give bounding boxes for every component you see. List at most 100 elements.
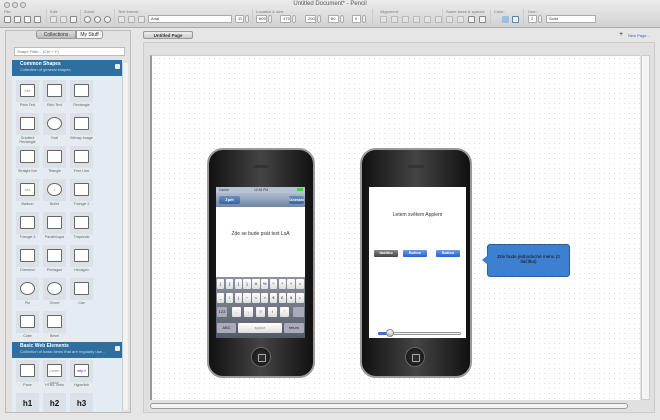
- key[interactable]: _: [217, 293, 225, 303]
- shape-item[interactable]: [43, 146, 66, 168]
- shape-item[interactable]: [43, 311, 66, 333]
- tab-untitled-page[interactable]: Untitled Page: [143, 31, 193, 39]
- angle-stepper[interactable]: [362, 15, 366, 23]
- tab-my-stuff[interactable]: My Stuff: [76, 30, 103, 39]
- same-height-icon[interactable]: [457, 16, 464, 23]
- back-button[interactable]: Zpět: [219, 196, 240, 204]
- key[interactable]: [: [217, 279, 225, 289]
- slider[interactable]: [378, 329, 461, 337]
- key[interactable]: =: [296, 279, 304, 289]
- line-width-stepper[interactable]: [538, 15, 542, 23]
- lock-icon[interactable]: [138, 16, 145, 23]
- key[interactable]: }: [243, 279, 251, 289]
- copy-icon[interactable]: [50, 16, 57, 23]
- key[interactable]: *: [278, 279, 286, 289]
- width-field[interactable]: 200: [305, 15, 316, 23]
- return-key[interactable]: return: [284, 323, 304, 333]
- shape-item[interactable]: [16, 113, 39, 135]
- abc-key[interactable]: ABC: [217, 323, 236, 333]
- shape-item[interactable]: [43, 212, 66, 234]
- shape-item[interactable]: [16, 212, 39, 234]
- key[interactable]: ¥: [287, 293, 295, 303]
- canvas-horizontal-scrollbar[interactable]: [150, 403, 628, 409]
- same-hspace-icon[interactable]: [468, 16, 475, 23]
- new-page-link[interactable]: New Page...: [628, 33, 650, 38]
- shape-item[interactable]: h2: [43, 393, 66, 412]
- align-bottom-icon[interactable]: [435, 16, 442, 23]
- shape-item[interactable]: h1: [16, 393, 39, 412]
- space-key[interactable]: space: [238, 323, 282, 333]
- shape-item[interactable]: h3: [70, 393, 93, 412]
- angle-field[interactable]: 0: [352, 15, 361, 23]
- key[interactable]: #: [252, 279, 260, 289]
- shape-item[interactable]: [70, 245, 93, 267]
- add-page-icon[interactable]: +: [619, 31, 623, 38]
- shape-item[interactable]: [70, 179, 93, 201]
- key[interactable]: !: [268, 307, 277, 317]
- shape-item[interactable]: [70, 212, 93, 234]
- shape-item[interactable]: [16, 278, 39, 300]
- zoom-reset-icon[interactable]: [104, 16, 111, 23]
- key[interactable]: \: [225, 293, 234, 303]
- key[interactable]: ,: [244, 307, 253, 317]
- shape-item[interactable]: [43, 113, 66, 135]
- italic-icon[interactable]: [128, 16, 135, 23]
- y-stepper[interactable]: [292, 15, 296, 23]
- align-center-icon[interactable]: [391, 16, 398, 23]
- x-stepper[interactable]: [268, 15, 272, 23]
- shape-item[interactable]: [70, 146, 93, 168]
- same-width-icon[interactable]: [446, 16, 453, 23]
- close-section-icon[interactable]: [115, 64, 120, 69]
- save-icon[interactable]: [24, 16, 31, 23]
- height-stepper[interactable]: [340, 15, 344, 23]
- key[interactable]: £: [278, 293, 286, 303]
- zoom-out-icon[interactable]: [94, 16, 101, 23]
- shape-item[interactable]: [43, 80, 66, 102]
- shape-item[interactable]: 1: [43, 179, 66, 201]
- y-field[interactable]: 475: [280, 15, 291, 23]
- button-2[interactable]: Button: [436, 250, 460, 257]
- open-folder-icon[interactable]: [14, 16, 21, 23]
- shape-item[interactable]: [43, 278, 66, 300]
- key[interactable]: •: [296, 293, 304, 303]
- font-size-field[interactable]: 11: [235, 15, 244, 23]
- print-icon[interactable]: [34, 16, 41, 23]
- tlacitko-button[interactable]: tlačítko: [374, 250, 398, 257]
- height-field[interactable]: 80: [328, 15, 339, 23]
- line-style-select[interactable]: Solid: [546, 15, 596, 23]
- width-stepper[interactable]: [317, 15, 321, 23]
- key[interactable]: ~: [243, 293, 251, 303]
- key[interactable]: +: [287, 279, 295, 289]
- shape-item[interactable]: Lorem ipsum: [43, 360, 66, 385]
- shape-item[interactable]: [70, 113, 93, 135]
- canvas-vertical-scrollbar[interactable]: [641, 55, 650, 400]
- key[interactable]: <: [252, 293, 260, 303]
- shape-item[interactable]: [16, 360, 39, 382]
- align-top-icon[interactable]: [413, 16, 420, 23]
- home-button[interactable]: [405, 347, 425, 367]
- key[interactable]: %: [261, 279, 269, 289]
- shape-item[interactable]: Abc: [16, 179, 39, 201]
- callout-balloon[interactable]: Zde bude jednoduché menu (3 tlačítka): [482, 244, 570, 277]
- sidebar-scrollbar[interactable]: [122, 63, 128, 410]
- send-button[interactable]: Odeslat: [289, 196, 304, 204]
- home-button[interactable]: [251, 347, 271, 367]
- align-right-icon[interactable]: [402, 16, 409, 23]
- bold-icon[interactable]: [118, 16, 125, 23]
- section-basic-web-elements[interactable]: Basic Web Elements Collection of basic it…: [12, 342, 122, 358]
- key[interactable]: ]: [225, 279, 234, 289]
- shape-item[interactable]: [16, 245, 39, 267]
- font-select[interactable]: Arial: [148, 15, 232, 23]
- new-document-icon[interactable]: [4, 16, 11, 23]
- key[interactable]: ': [280, 307, 289, 317]
- paste-icon[interactable]: [70, 16, 77, 23]
- slider-knob[interactable]: [386, 329, 395, 337]
- line-width-field[interactable]: 2: [528, 15, 537, 23]
- stroke-color-swatch[interactable]: [512, 16, 519, 23]
- font-size-stepper[interactable]: [245, 15, 249, 23]
- key[interactable]: ^: [269, 279, 278, 289]
- fill-color-swatch[interactable]: [502, 16, 509, 23]
- shape-filter-input[interactable]: Shape Filter... (Ctrl + F): [14, 47, 125, 56]
- cut-icon[interactable]: [60, 16, 67, 23]
- key[interactable]: €: [269, 293, 278, 303]
